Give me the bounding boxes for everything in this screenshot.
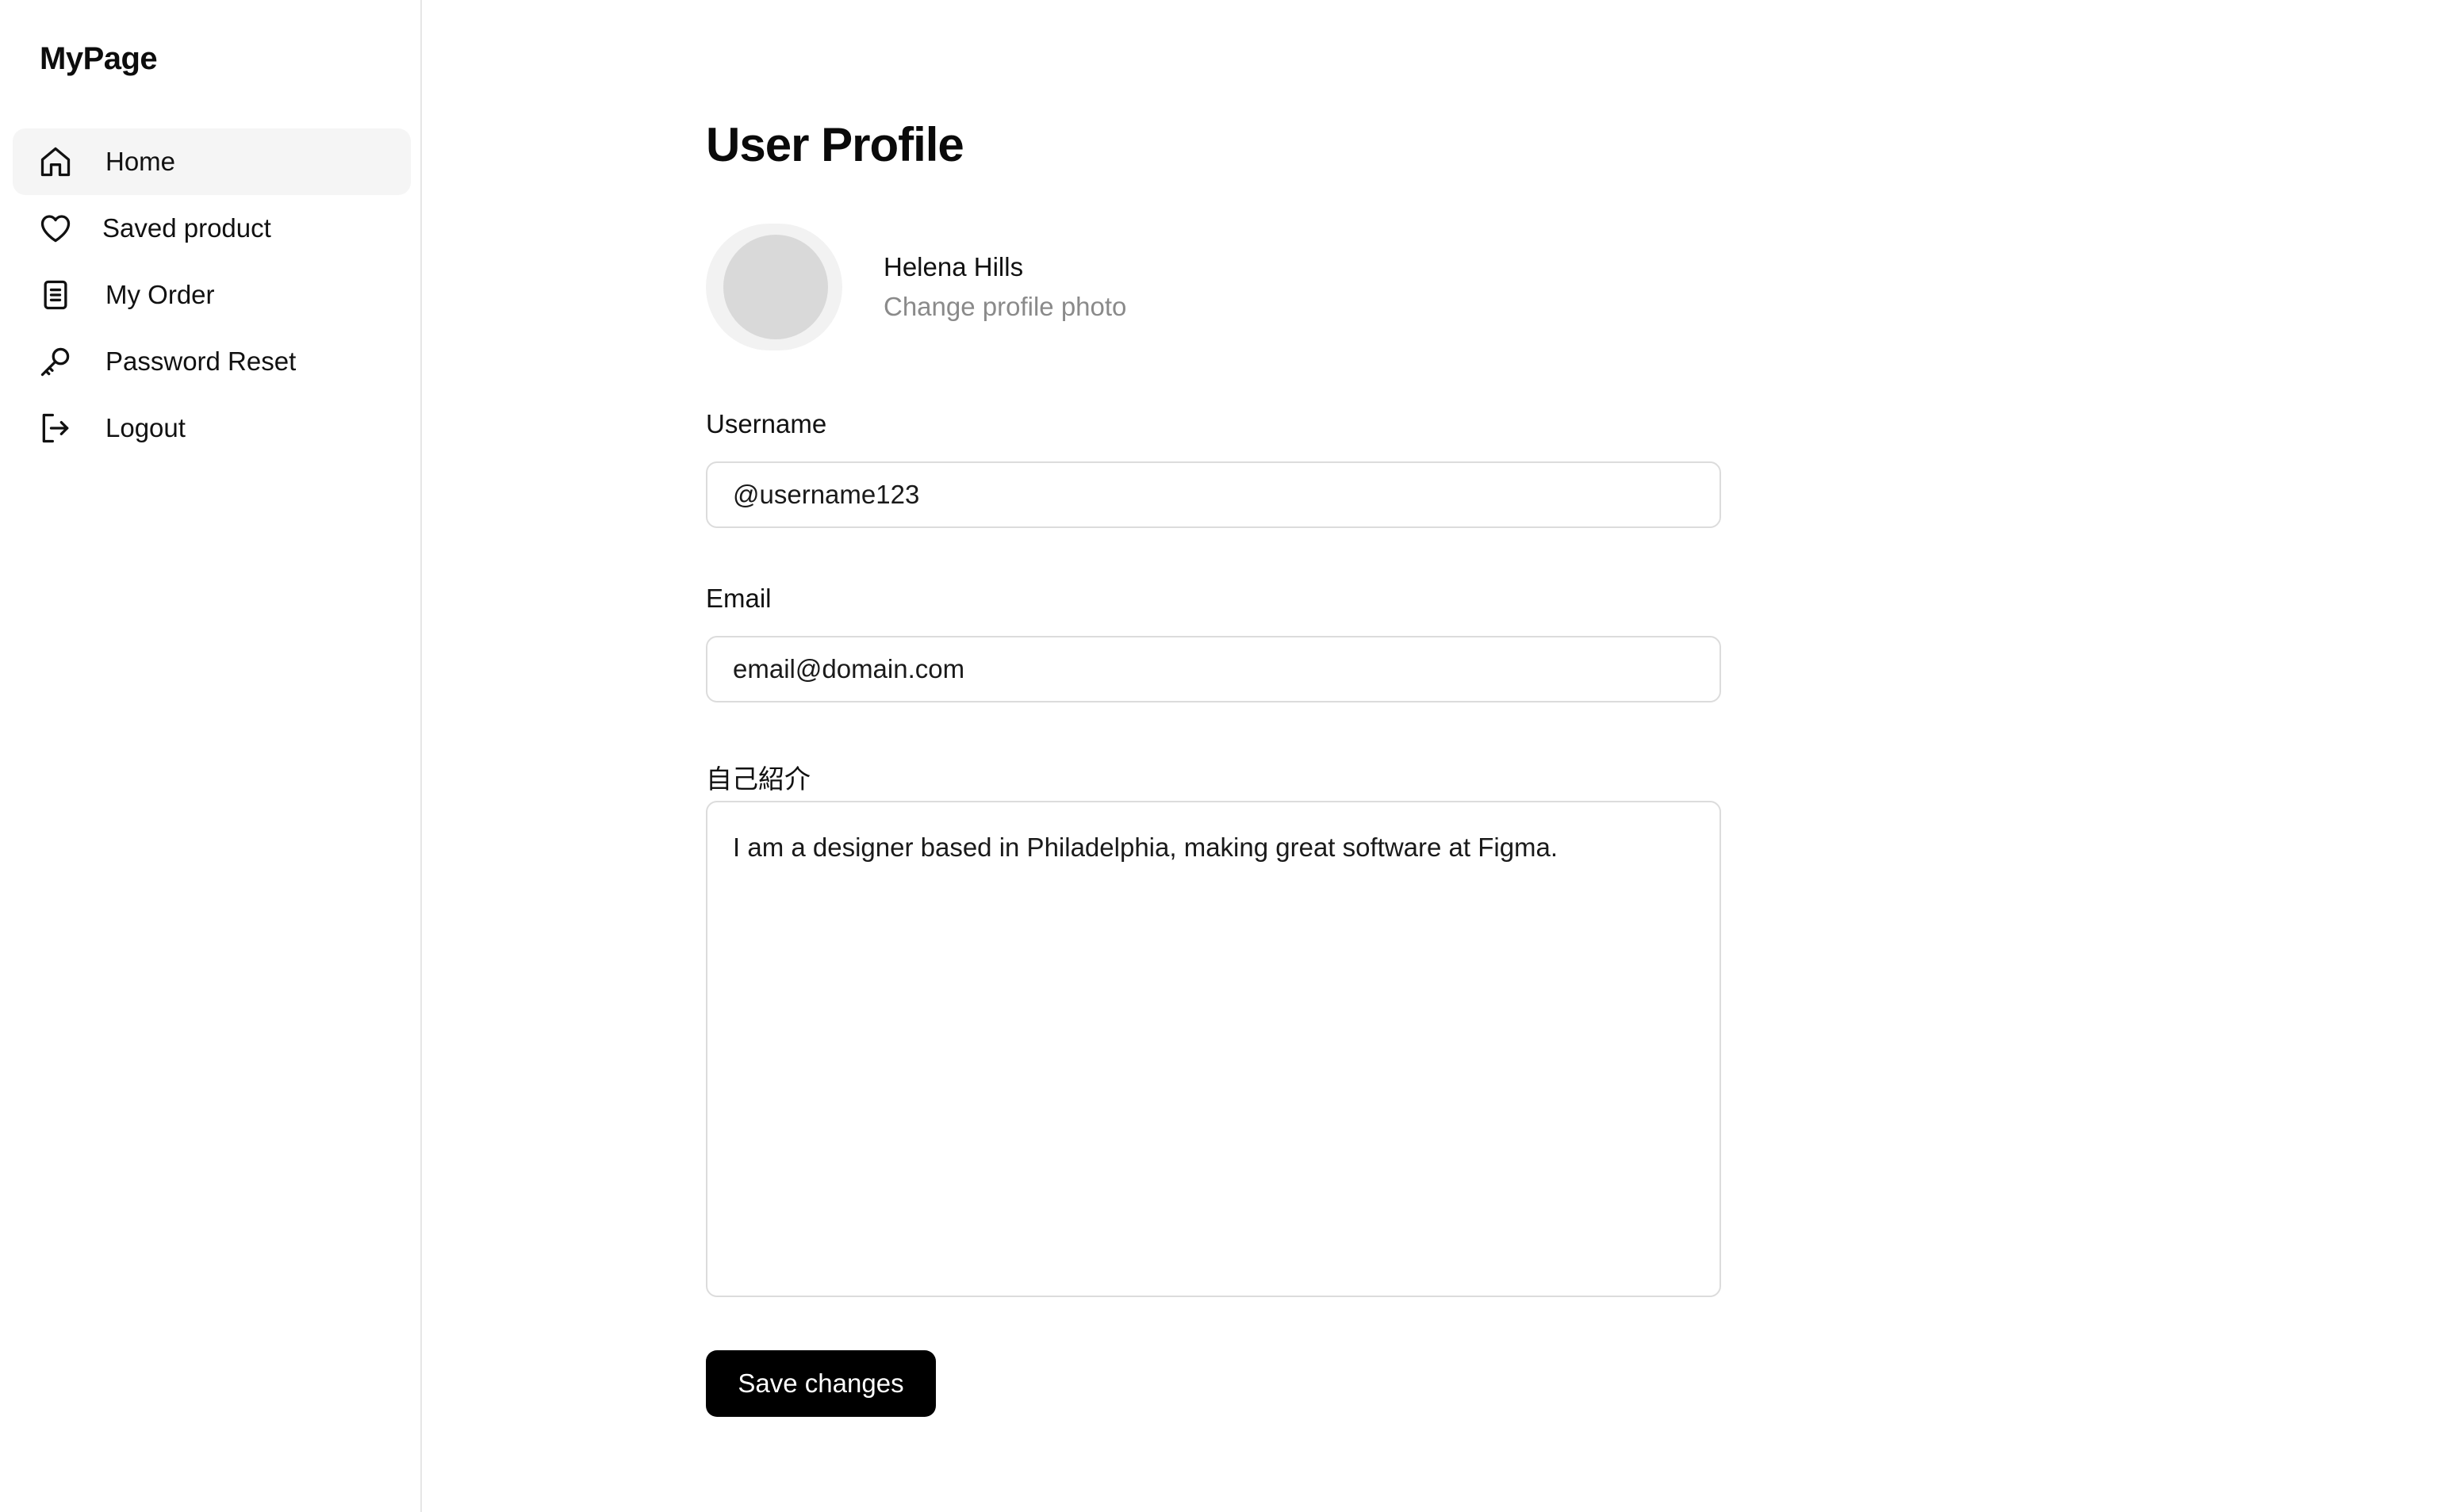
main-content: User Profile Helena Hills Change profile… xyxy=(706,0,1721,1512)
sidebar-item-my-order[interactable]: My Order xyxy=(13,262,411,328)
sidebar-item-logout[interactable]: Logout xyxy=(13,395,411,461)
brand-logo: MyPage xyxy=(40,41,158,76)
heart-icon xyxy=(38,211,73,246)
home-icon xyxy=(38,144,73,179)
sidebar-item-label: Logout xyxy=(105,413,186,442)
sidebar-item-label: Saved product xyxy=(102,213,271,243)
email-label: Email xyxy=(706,584,772,613)
sidebar-item-home[interactable]: Home xyxy=(13,128,411,195)
email-input[interactable] xyxy=(706,636,1721,702)
sidebar: MyPage Home Saved product My Order Passw… xyxy=(0,0,422,1512)
save-changes-button[interactable]: Save changes xyxy=(706,1350,936,1417)
profile-name: Helena Hills xyxy=(884,252,1024,281)
document-icon xyxy=(38,278,73,312)
sidebar-item-label: Password Reset xyxy=(105,346,297,376)
sidebar-nav: Home Saved product My Order Password Res… xyxy=(13,128,411,461)
sidebar-item-saved-product[interactable]: Saved product xyxy=(13,195,411,262)
username-label: Username xyxy=(706,409,827,438)
page-title: User Profile xyxy=(706,118,964,171)
username-input[interactable] xyxy=(706,461,1721,528)
bio-textarea[interactable]: I am a designer based in Philadelphia, m… xyxy=(706,801,1721,1297)
sidebar-item-label: Home xyxy=(105,147,176,176)
key-icon xyxy=(38,344,73,379)
avatar-frame[interactable] xyxy=(706,224,842,350)
logout-icon xyxy=(38,411,73,446)
bio-label: 自己紹介 xyxy=(706,764,811,794)
sidebar-item-label: My Order xyxy=(105,280,215,309)
sidebar-item-password-reset[interactable]: Password Reset xyxy=(13,328,411,395)
avatar xyxy=(723,235,828,339)
app-root: MyPage Home Saved product My Order Passw… xyxy=(0,0,2446,1512)
change-profile-photo-link[interactable]: Change profile photo xyxy=(884,292,1126,322)
